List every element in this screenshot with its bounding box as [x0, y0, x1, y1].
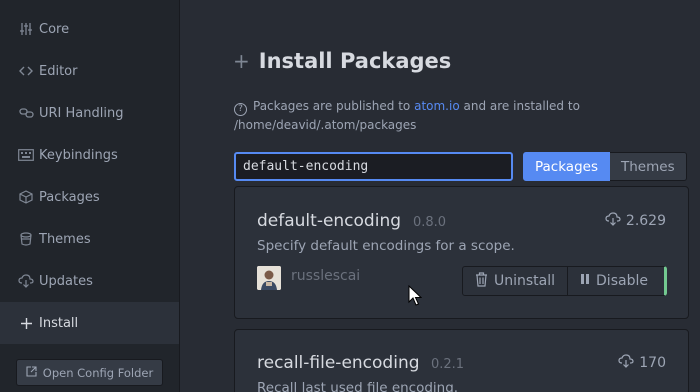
package-name[interactable]: recall-file-encoding: [257, 353, 420, 373]
keyboard-icon: [18, 147, 34, 163]
sidebar-item-core[interactable]: Core: [0, 8, 179, 50]
package-version: 0.2.1: [431, 357, 465, 372]
tab-themes[interactable]: Themes: [610, 152, 687, 181]
sidebar-item-label: URI Handling: [39, 105, 124, 121]
trashcan-icon: [475, 271, 488, 291]
sidebar-item-label: Editor: [39, 63, 78, 79]
uninstall-button[interactable]: Uninstall: [462, 266, 569, 296]
question-icon: ?: [234, 103, 247, 116]
package-description: Recall last used file encoding.: [257, 380, 459, 392]
sidebar-item-updates[interactable]: Updates: [0, 260, 179, 302]
search-type-tabs: Packages Themes: [523, 152, 687, 181]
sidebar-item-install[interactable]: Install: [0, 302, 179, 344]
open-config-folder-label: Open Config Folder: [42, 365, 154, 380]
page-title: + Install Packages: [233, 49, 451, 73]
paintcan-icon: [18, 231, 34, 247]
package-name[interactable]: default-encoding: [257, 211, 401, 231]
sidebar-item-label: Install: [39, 315, 79, 331]
cloud-download-icon: [18, 273, 34, 289]
sidebar-item-label: Packages: [39, 189, 100, 205]
package-version: 0.8.0: [413, 215, 447, 230]
page-title-text: Install Packages: [258, 49, 452, 73]
open-config-folder-button[interactable]: Open Config Folder: [16, 359, 163, 386]
install-panel: + Install Packages ? Packages are publish…: [181, 0, 700, 392]
package-card[interactable]: recall-file-encoding 0.2.1 170 Recall la…: [234, 329, 689, 392]
author-name[interactable]: russlescai: [291, 268, 360, 284]
atom-io-link[interactable]: atom.io: [414, 99, 460, 113]
tab-packages[interactable]: Packages: [523, 152, 610, 181]
sidebar-item-keybindings[interactable]: Keybindings: [0, 134, 179, 176]
sidebar-item-uri-handling[interactable]: URI Handling: [0, 92, 179, 134]
sidebar-item-label: Core: [39, 21, 70, 37]
plus-icon: [18, 315, 34, 331]
author-avatar[interactable]: [257, 266, 281, 290]
package-actions: Uninstall Disable: [462, 266, 667, 296]
cloud-download-icon: [618, 354, 634, 372]
package-search-input[interactable]: [234, 152, 513, 181]
settings-sidebar: Core Editor URI Handling Keybindings Pac…: [0, 0, 180, 392]
code-icon: [18, 63, 34, 79]
plus-icon: +: [233, 49, 250, 73]
package-card[interactable]: default-encoding 0.8.0 2.629 Specify def…: [234, 186, 689, 319]
package-description: Specify default encodings for a scope.: [257, 238, 515, 254]
package-icon: [18, 189, 34, 205]
sidebar-item-packages[interactable]: Packages: [0, 176, 179, 218]
install-path: /home/deavid/.atom/packages: [234, 118, 417, 132]
sidebar-item-themes[interactable]: Themes: [0, 218, 179, 260]
sidebar-item-label: Updates: [39, 273, 93, 289]
download-count: 170: [618, 354, 666, 372]
link-icon: [18, 105, 34, 121]
sidebar-item-label: Keybindings: [39, 147, 118, 163]
sidebar-item-label: Themes: [39, 231, 91, 247]
disable-button[interactable]: Disable: [568, 266, 667, 296]
sidebar-item-editor[interactable]: Editor: [0, 50, 179, 92]
cloud-download-icon: [605, 212, 621, 230]
link-external-icon: [26, 365, 37, 380]
settings-sliders-icon: [18, 21, 34, 37]
mouse-cursor-icon: [408, 284, 423, 311]
download-count: 2.629: [605, 212, 666, 230]
install-info-text: ? Packages are published to atom.io and a…: [234, 99, 580, 132]
pause-icon: [580, 273, 590, 289]
